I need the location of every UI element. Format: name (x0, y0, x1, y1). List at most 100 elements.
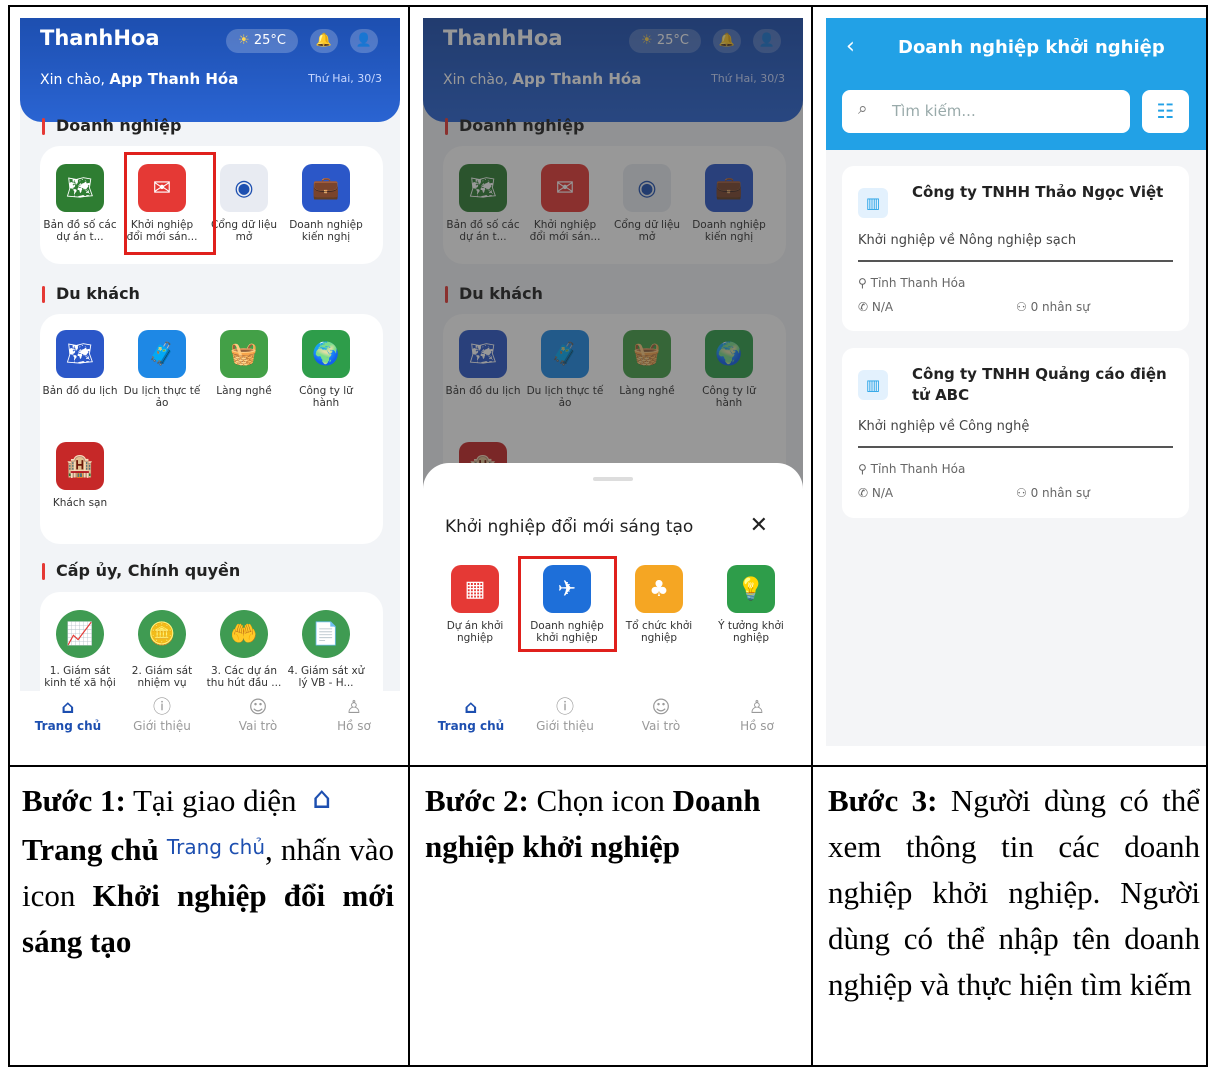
column-divider (408, 7, 410, 1065)
drag-handle[interactable] (593, 477, 633, 481)
nav-intro[interactable]: ⓘ Giới thiệu (122, 697, 202, 733)
map-icon: 🗺 (56, 164, 104, 212)
step-3-label: Bước 3: (828, 783, 938, 818)
enterprise-description: Khởi nghiệp về Công nghệ (858, 419, 1030, 434)
nav-home[interactable]: ⌂ Trang chủ (431, 697, 511, 733)
enterprise-staff: ⚇ 0 nhân sự (1016, 300, 1090, 314)
profile-icon: ♙ (345, 697, 363, 718)
bell-icon[interactable]: 🔔 (310, 29, 338, 53)
role-icon: ☺ (651, 697, 671, 718)
divider (858, 260, 1173, 262)
bottom-navigation: ⌂ Trang chủ ⓘ Giới thiệu ☺ Vai trò ♙ Hồ sơ (423, 691, 803, 746)
coin-icon: 🪙 (138, 610, 186, 658)
home-screen: ThanhHoa ☀ 25°C 🔔 👤 Xin chào, App Thanh … (20, 18, 400, 746)
phone-text: N/A (871, 300, 894, 314)
tourist-card: 🗺 Bản đồ du lịch 🧳 Du lịch thực tế ảo 🧺 Làn… (40, 314, 383, 544)
home-icon: ⌂ (464, 697, 478, 718)
nav-profile[interactable]: ♙ Hồ sơ (314, 697, 394, 733)
tile-investment-projects[interactable]: 🤲 3. Các dự án thu hút đầu ... (204, 610, 284, 689)
nav-label: Giới thiệu (133, 719, 191, 733)
greeting-prefix: Xin chào, (40, 72, 105, 88)
page-title: Doanh nghiệp khởi nghiệp (898, 37, 1165, 58)
info-icon: ⓘ (153, 697, 171, 718)
tile-label: Ý tưởng khởi nghiệp (718, 620, 784, 644)
tile-label: 4. Giám sát xử lý VB - H... (287, 665, 365, 689)
map-icon: 🗺 (56, 330, 104, 378)
nav-label: Giới thiệu (536, 719, 594, 733)
tile-hotel[interactable]: 🏨 Khách sạn (40, 442, 120, 509)
startup-business-list-screen: ‹ Doanh nghiệp khởi nghiệp ⌕ Tìm kiếm...… (826, 18, 1206, 746)
enterprise-location: ⚲ Tỉnh Thanh Hóa (858, 276, 965, 290)
location-pin-icon: ⚲ (858, 276, 867, 290)
step-1-target: Khởi nghiệp đổi mới sáng tạo (22, 878, 394, 959)
tile-travel-company[interactable]: 🌍 Công ty lữ hành (286, 330, 366, 409)
app-header: ThanhHoa ☀ 25°C 🔔 👤 Xin chào, App Thanh … (20, 18, 400, 122)
tile-label: 1. Giám sát kinh tế xã hội (44, 665, 116, 689)
tile-startup-organization[interactable]: ♣ Tổ chức khởi nghiệp (619, 565, 699, 644)
home-screen-with-sheet: ThanhHoa ☀ 25°C 🔔 👤 Xin chào, App Thanh … (423, 18, 803, 746)
nav-label: Vai trò (641, 719, 681, 733)
step-1-label: Bước 1: (22, 783, 126, 818)
craft-village-icon: 🧺 (220, 330, 268, 378)
phone-text: N/A (871, 486, 894, 500)
enterprise-phone: ✆ N/A (858, 300, 893, 314)
document-icon: 📄 (302, 610, 350, 658)
step-2-text: Bước 2: Chọn icon Doanh nghiệp khởi nghi… (425, 778, 799, 870)
divider (858, 446, 1173, 448)
tile-startup-idea[interactable]: 💡 Ý tưởng khởi nghiệp (711, 565, 791, 644)
tile-task-monitoring[interactable]: 🪙 2. Giám sát nhiệm vụ (122, 610, 202, 689)
row-divider (10, 765, 1206, 767)
enterprise-description: Khởi nghiệp về Nông nghiệp sạch (858, 233, 1077, 248)
enterprise-card[interactable]: ▥ Công ty TNHH Quảng cáo điện tử ABC Khở… (842, 348, 1189, 518)
chart-icon: 📈 (56, 610, 104, 658)
nav-label: Hồ sơ (337, 719, 371, 733)
profile-icon: ♙ (748, 697, 766, 718)
section-title-tourist: Du khách (42, 284, 140, 303)
enterprise-phone: ✆ N/A (858, 486, 893, 500)
step-1-text-a: Tại giao diện (132, 783, 297, 818)
nav-role[interactable]: ☺ Vai trò (621, 697, 701, 733)
tile-label: Tổ chức khởi nghiệp (625, 620, 693, 644)
search-input[interactable]: ⌕ Tìm kiếm... (842, 90, 1130, 133)
tile-craft-village[interactable]: 🧺 Làng nghề (204, 330, 284, 397)
enterprise-card[interactable]: ▥ Công ty TNHH Thảo Ngọc Việt Khởi nghiệ… (842, 166, 1189, 331)
tile-label: Công ty lữ hành (299, 385, 353, 409)
filter-icon[interactable]: ☷ (1142, 90, 1189, 133)
user-icon[interactable]: 👤 (350, 29, 378, 53)
nav-label: Vai trò (238, 719, 278, 733)
nav-role[interactable]: ☺ Vai trò (218, 697, 298, 733)
tile-open-data[interactable]: ◉ Cổng dữ liệu mở (204, 164, 284, 243)
location-text: Tỉnh Thanh Hóa (870, 462, 966, 476)
tile-label: Du lịch thực tế ảo (123, 385, 201, 409)
nav-intro[interactable]: ⓘ Giới thiệu (525, 697, 605, 733)
tile-digital-map[interactable]: 🗺 Bản đồ số các dự án t... (40, 164, 120, 243)
tile-tourist-map[interactable]: 🗺 Bản đồ du lịch (40, 330, 120, 397)
weather-chip[interactable]: ☀ 25°C (226, 29, 298, 53)
building-icon: ▥ (858, 188, 888, 218)
nav-label: Trang chủ (437, 719, 505, 733)
highlight-box (124, 152, 216, 255)
bottom-navigation: ⌂ Trang chủ ⓘ Giới thiệu ☺ Vai trò ♙ Hồ sơ (20, 691, 400, 746)
people-icon: ⚇ (1016, 300, 1027, 314)
enterprise-name: Công ty TNHH Thảo Ngọc Việt (912, 183, 1164, 201)
back-arrow-icon[interactable]: ‹ (846, 34, 855, 59)
tile-startup-project[interactable]: ▦ Dự án khởi nghiệp (435, 565, 515, 644)
organization-icon: ♣ (635, 565, 683, 613)
people-icon: ⚇ (1016, 486, 1027, 500)
section-title-government: Cấp ủy, Chính quyền (42, 561, 240, 580)
briefcase-icon: 💼 (302, 164, 350, 212)
tile-business-petition[interactable]: 💼 Doanh nghiệp kiến nghị (286, 164, 366, 243)
tile-socio-economic[interactable]: 📈 1. Giám sát kinh tế xã hội (40, 610, 120, 689)
list-header: ‹ Doanh nghiệp khởi nghiệp ⌕ Tìm kiếm...… (826, 18, 1206, 150)
staff-text: 0 nhân sự (1030, 300, 1090, 314)
hand-coin-icon: 🤲 (220, 610, 268, 658)
nav-profile[interactable]: ♙ Hồ sơ (717, 697, 797, 733)
location-text: Tỉnh Thanh Hóa (870, 276, 966, 290)
close-icon[interactable]: ✕ (750, 513, 768, 538)
step-3-text: Bước 3: Người dùng có thể xem thông tin … (828, 778, 1200, 1008)
tile-virtual-tour[interactable]: 🧳 Du lịch thực tế ảo (122, 330, 202, 409)
step-2-label: Bước 2: (425, 783, 529, 818)
nav-home[interactable]: ⌂ Trang chủ (28, 697, 108, 733)
phone-icon: ✆ (858, 486, 869, 500)
tile-document-processing[interactable]: 📄 4. Giám sát xử lý VB - H... (286, 610, 366, 689)
